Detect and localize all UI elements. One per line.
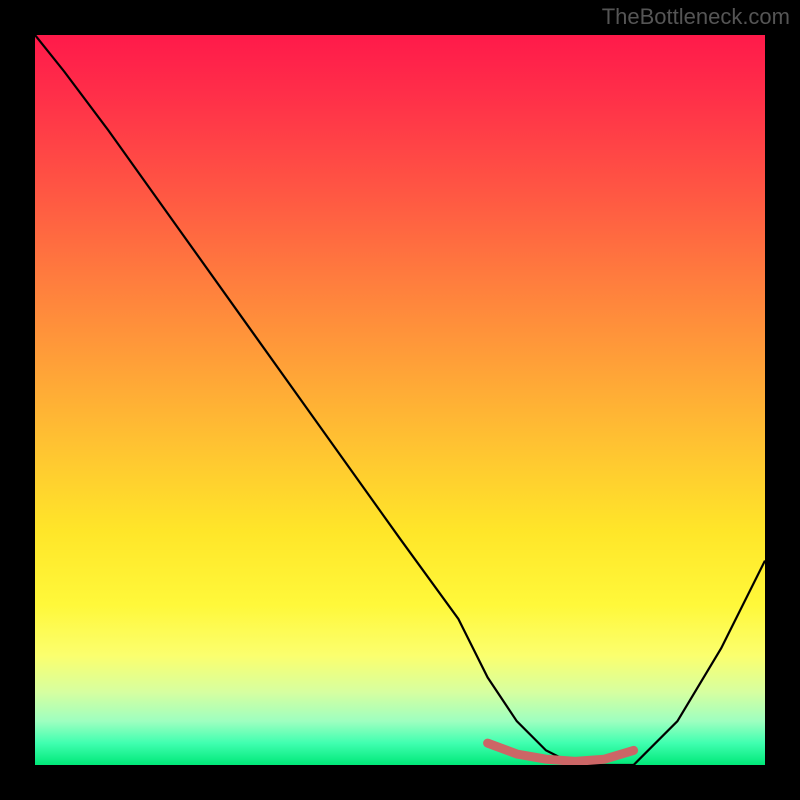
chart-svg (35, 35, 765, 765)
plot-area (35, 35, 765, 765)
watermark-text: TheBottleneck.com (602, 4, 790, 30)
bottleneck-curve-line (35, 35, 765, 765)
highlight-segment-line (488, 743, 634, 761)
